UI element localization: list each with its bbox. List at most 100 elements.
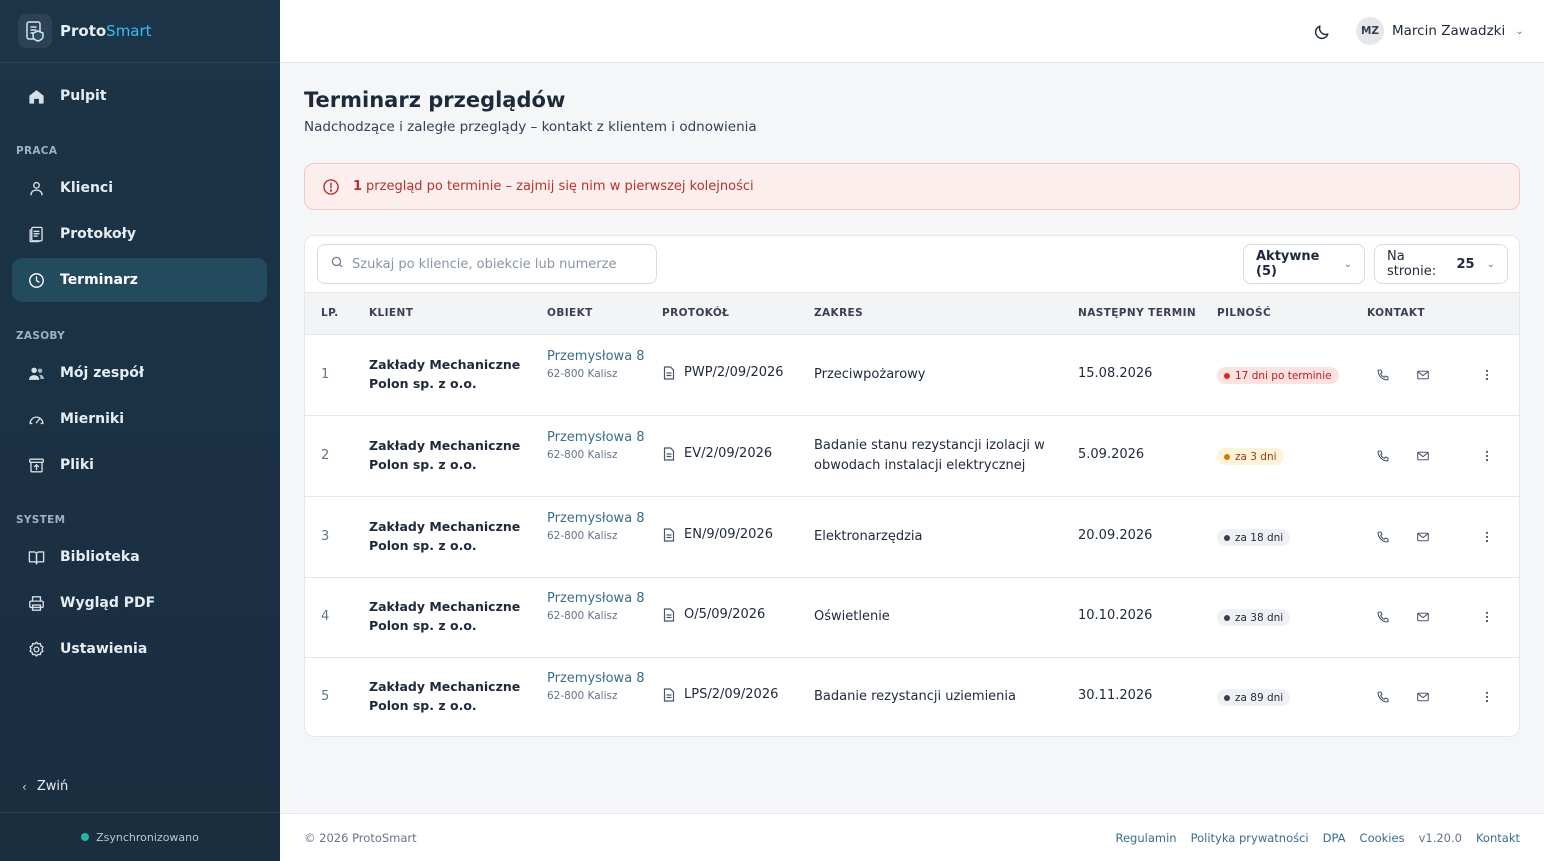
- per-page-value: 25: [1456, 256, 1475, 272]
- row-object[interactable]: Przemysłowa 8 62-800 Kalisz: [547, 347, 647, 380]
- row-protocol[interactable]: EN/9/09/2026: [663, 527, 773, 542]
- phone-icon[interactable]: [1372, 364, 1394, 386]
- protocol-number: O/5/09/2026: [684, 607, 766, 622]
- sidebar-item-label: Terminarz: [60, 272, 138, 288]
- search-input[interactable]: [352, 256, 642, 272]
- status-filter-select[interactable]: Aktywne (5) ⌄: [1243, 244, 1365, 284]
- table-row[interactable]: 4 Zakłady Mechaniczne Polon sp. z o.o. P…: [305, 577, 1519, 658]
- app-version: v1.20.0: [1418, 831, 1462, 845]
- sidebar-item-schedule[interactable]: Terminarz: [12, 258, 267, 302]
- per-page-select[interactable]: Na stronie: 25 ⌄: [1374, 244, 1508, 284]
- row-scope: Oświetlenie: [814, 609, 890, 624]
- copyright: © 2026 ProtoSmart: [304, 831, 417, 845]
- sidebar-item-meters[interactable]: Mierniki: [12, 397, 267, 441]
- sidebar-item-clients[interactable]: Klienci: [12, 166, 267, 210]
- row-client[interactable]: Zakłady Mechaniczne Polon sp. z o.o.: [369, 597, 529, 635]
- urgency-dot-icon: [1224, 372, 1230, 379]
- collapse-label: Zwiń: [36, 779, 69, 794]
- sidebar-item-label: Pulpit: [60, 88, 107, 104]
- chevron-down-icon: ⌄: [1343, 258, 1352, 270]
- collapse-sidebar-button[interactable]: ‹ Zwiń: [22, 779, 68, 794]
- schedule-table-card: Aktywne (5) ⌄ Na stronie: 25 ⌄ LP. KLIEN…: [304, 235, 1520, 737]
- row-lp: 4: [321, 609, 330, 624]
- row-client[interactable]: Zakłady Mechaniczne Polon sp. z o.o.: [369, 355, 529, 393]
- column-header-next-date[interactable]: NASTĘPNY TERMIN: [1078, 307, 1196, 319]
- footer-link-terms[interactable]: Regulamin: [1115, 831, 1176, 845]
- moon-icon[interactable]: [1312, 22, 1332, 42]
- table-row[interactable]: 3 Zakłady Mechaniczne Polon sp. z o.o. P…: [305, 497, 1519, 578]
- more-vertical-icon[interactable]: [1476, 686, 1498, 708]
- brand[interactable]: ProtoSmart: [0, 0, 280, 63]
- footer-links: Regulamin Polityka prywatności DPA Cooki…: [1101, 831, 1520, 845]
- sidebar-item-library[interactable]: Biblioteka: [12, 535, 267, 579]
- document-icon: [26, 224, 46, 244]
- row-scope: Badanie stanu rezystancji izolacji w obw…: [814, 438, 1045, 473]
- table-row[interactable]: 5 Zakłady Mechaniczne Polon sp. z o.o. P…: [305, 657, 1519, 736]
- column-header-lp[interactable]: LP.: [321, 307, 339, 319]
- sidebar-item-label: Ustawienia: [60, 641, 148, 657]
- sidebar-item-files[interactable]: Pliki: [12, 443, 267, 487]
- object-street: Przemysłowa 8: [547, 430, 645, 445]
- home-icon: [26, 86, 46, 106]
- mail-icon[interactable]: [1412, 364, 1434, 386]
- footer-link-contact[interactable]: Kontakt: [1476, 831, 1520, 845]
- footer-link-cookies[interactable]: Cookies: [1360, 831, 1405, 845]
- object-city: 62-800 Kalisz: [547, 690, 618, 702]
- search-icon: [330, 255, 344, 273]
- footer: © 2026 ProtoSmart Regulamin Polityka pry…: [280, 813, 1544, 861]
- phone-icon[interactable]: [1372, 445, 1394, 467]
- row-protocol[interactable]: EV/2/09/2026: [663, 446, 772, 461]
- phone-icon[interactable]: [1372, 606, 1394, 628]
- column-header-client[interactable]: KLIENT: [369, 307, 413, 319]
- footer-link-dpa[interactable]: DPA: [1323, 831, 1346, 845]
- row-lp: 2: [321, 448, 330, 463]
- row-object[interactable]: Przemysłowa 8 62-800 Kalisz: [547, 509, 647, 542]
- sidebar-item-settings[interactable]: Ustawienia: [12, 627, 267, 671]
- urgency-dot-icon: [1224, 614, 1230, 621]
- book-icon: [26, 547, 46, 567]
- row-lp: 1: [321, 367, 330, 382]
- more-vertical-icon[interactable]: [1476, 364, 1498, 386]
- urgency-text: za 3 dni: [1235, 450, 1277, 463]
- row-protocol[interactable]: O/5/09/2026: [663, 607, 765, 622]
- column-header-protocol[interactable]: PROTOKÓŁ: [662, 307, 729, 319]
- row-protocol[interactable]: LPS/2/09/2026: [663, 687, 778, 702]
- phone-icon[interactable]: [1372, 526, 1394, 548]
- table-row[interactable]: 1 Zakłady Mechaniczne Polon sp. z o.o. P…: [305, 335, 1519, 416]
- user-menu[interactable]: MZ Marcin Zawadzki ⌄: [1356, 17, 1524, 45]
- mail-icon[interactable]: [1412, 686, 1434, 708]
- alert-count: 1: [353, 179, 363, 194]
- column-header-urgency[interactable]: PILNOŚĆ: [1217, 307, 1271, 319]
- sidebar-item-protocols[interactable]: Protokoły: [12, 212, 267, 256]
- urgency-text: za 38 dni: [1235, 611, 1284, 624]
- search-box[interactable]: [317, 244, 657, 284]
- sidebar-item-label: Protokoły: [60, 226, 136, 242]
- sidebar-item-label: Mój zespół: [60, 365, 145, 381]
- row-client[interactable]: Zakłady Mechaniczne Polon sp. z o.o.: [369, 436, 529, 474]
- sidebar-item-dashboard[interactable]: Pulpit: [12, 74, 267, 118]
- more-vertical-icon[interactable]: [1476, 445, 1498, 467]
- sidebar-item-pdf[interactable]: Wygląd PDF: [12, 581, 267, 625]
- phone-icon[interactable]: [1372, 686, 1394, 708]
- chevron-down-icon: ⌄: [1486, 258, 1495, 270]
- table-row[interactable]: 2 Zakłady Mechaniczne Polon sp. z o.o. P…: [305, 416, 1519, 497]
- row-client[interactable]: Zakłady Mechaniczne Polon sp. z o.o.: [369, 517, 529, 555]
- mail-icon[interactable]: [1412, 445, 1434, 467]
- more-vertical-icon[interactable]: [1476, 606, 1498, 628]
- avatar: MZ: [1356, 17, 1384, 45]
- row-lp: 3: [321, 529, 330, 544]
- row-object[interactable]: Przemysłowa 8 62-800 Kalisz: [547, 669, 647, 702]
- mail-icon[interactable]: [1412, 526, 1434, 548]
- footer-link-privacy[interactable]: Polityka prywatności: [1191, 831, 1309, 845]
- column-header-scope[interactable]: ZAKRES: [814, 307, 863, 319]
- row-object[interactable]: Przemysłowa 8 62-800 Kalisz: [547, 589, 647, 622]
- row-next-date: 30.11.2026: [1078, 688, 1153, 703]
- alert-text: przegląd po terminie – zajmij się nim w …: [366, 179, 754, 194]
- row-object[interactable]: Przemysłowa 8 62-800 Kalisz: [547, 428, 647, 461]
- mail-icon[interactable]: [1412, 606, 1434, 628]
- row-client[interactable]: Zakłady Mechaniczne Polon sp. z o.o.: [369, 677, 529, 715]
- row-protocol[interactable]: PWP/2/09/2026: [663, 365, 784, 380]
- column-header-object[interactable]: OBIEKT: [547, 307, 593, 319]
- more-vertical-icon[interactable]: [1476, 526, 1498, 548]
- sidebar-item-team[interactable]: Mój zespół: [12, 351, 267, 395]
